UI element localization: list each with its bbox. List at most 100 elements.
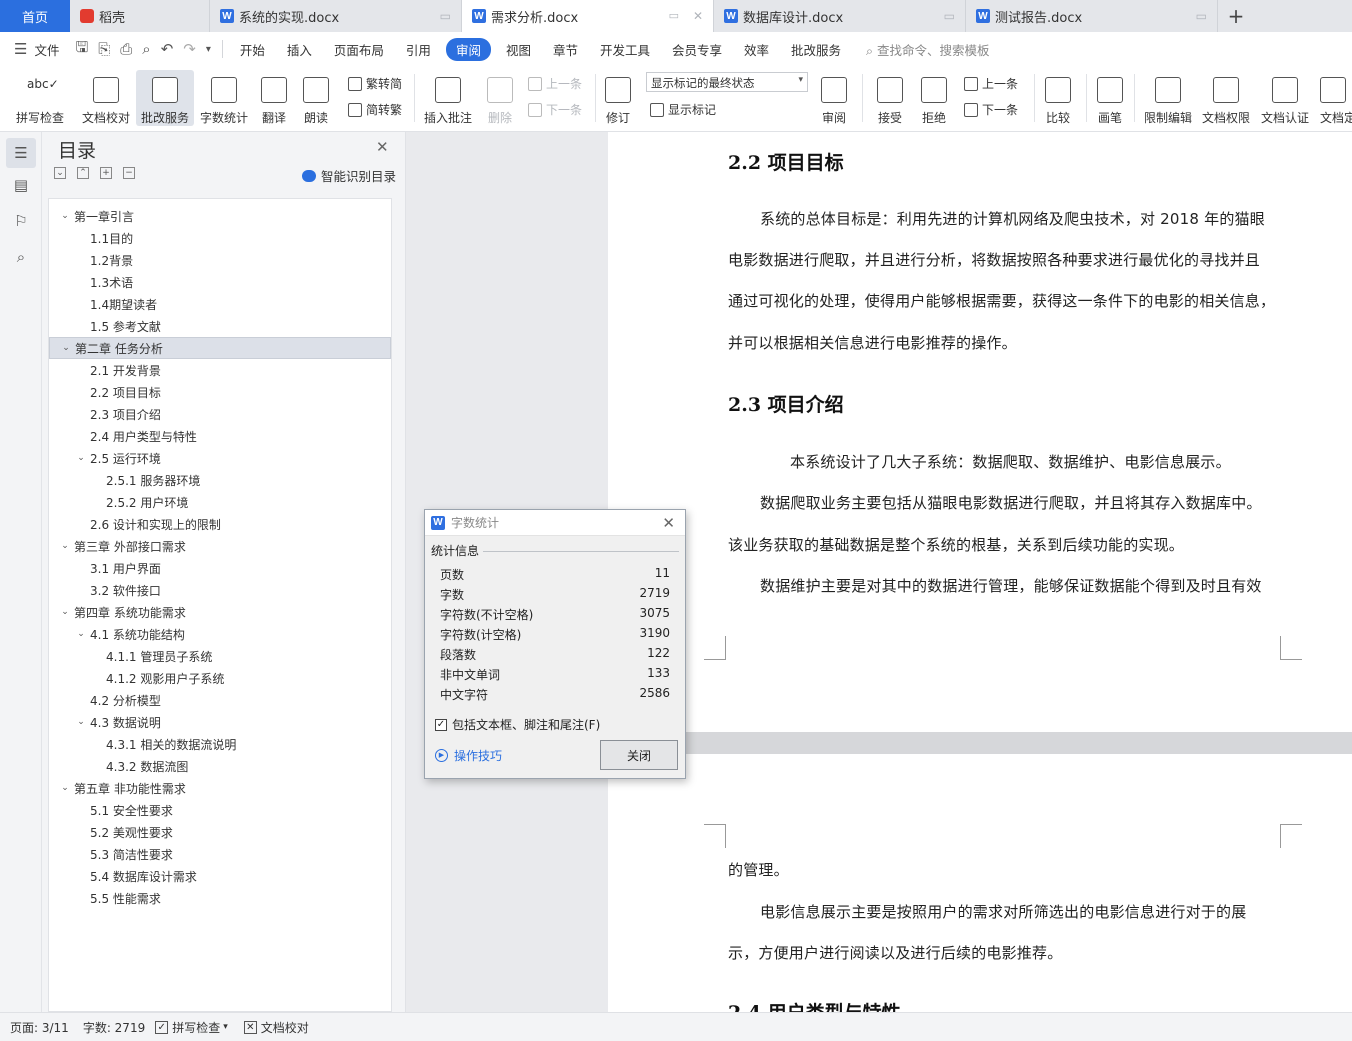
menu-efficiency[interactable]: 效率 — [733, 40, 780, 59]
redo-icon[interactable]: ↷ — [178, 40, 201, 58]
next-change-button[interactable]: 下一条 — [964, 101, 1018, 118]
export-pdf-icon[interactable]: ⎘ — [93, 40, 115, 58]
toc-item[interactable]: 4.1.1 管理员子系统 — [49, 645, 391, 667]
compare-button[interactable]: 比较 — [1040, 70, 1076, 126]
menu-references[interactable]: 引用 — [395, 40, 442, 59]
traditional-to-simplified-button[interactable]: 繁转简 — [348, 75, 402, 92]
toc-item[interactable]: 2.5.1 服务器环境 — [49, 469, 391, 491]
toc-item[interactable]: 5.1 安全性要求 — [49, 799, 391, 821]
toc-item[interactable]: ⌄ 4.3 数据说明 — [49, 711, 391, 733]
bookmark-icon[interactable]: ⚐ — [12, 212, 30, 230]
toc-item[interactable]: ⌄ 2.5 运行环境 — [49, 447, 391, 469]
chevron-down-icon[interactable]: ⌄ — [59, 783, 71, 793]
accept-button[interactable]: 接受 — [872, 70, 908, 126]
menu-correction[interactable]: 批改服务 — [780, 40, 852, 59]
chevron-down-icon[interactable]: ⌄ — [59, 607, 71, 617]
tab-close-icon[interactable]: ✕ — [693, 9, 703, 23]
word-count-indicator[interactable]: 字数: 2719 — [83, 1019, 145, 1036]
restrict-editing-button[interactable]: 限制编辑 — [1142, 70, 1194, 126]
toc-item[interactable]: 4.3.1 相关的数据流说明 — [49, 733, 391, 755]
toc-item[interactable]: 1.2背景 — [49, 249, 391, 271]
pen-button[interactable]: 画笔 — [1094, 70, 1126, 126]
save-icon[interactable]: 🖫 — [70, 37, 93, 62]
simplified-to-traditional-button[interactable]: 简转繁 — [348, 101, 402, 118]
translate-button[interactable]: 翻译 — [256, 70, 292, 126]
document-page[interactable]: 2.2 项目目标 系统的总体目标是：利用先进的计算机网络及爬虫技术，对 2018… — [608, 132, 1352, 1012]
chevron-down-icon[interactable]: ⌄ — [59, 541, 71, 551]
toc-item[interactable]: ⌄ 第五章 非功能性需求 — [49, 777, 391, 799]
include-textbox-checkbox[interactable]: ✓ 包括文本框、脚注和尾注(F) — [435, 716, 600, 733]
chevron-down-icon[interactable]: ⌄ — [75, 717, 87, 727]
close-button[interactable]: 关闭 — [600, 740, 678, 770]
chevron-down-icon[interactable]: ⌄ — [60, 343, 72, 353]
track-changes-button[interactable]: 修订 — [600, 70, 636, 126]
review-pane-button[interactable]: 审阅 — [816, 70, 852, 126]
tab-docer[interactable]: 稻壳 — [70, 0, 210, 32]
menu-file[interactable]: 文件 — [32, 40, 70, 59]
toc-item[interactable]: 1.1目的 — [49, 227, 391, 249]
undo-icon[interactable]: ↶ — [156, 40, 179, 58]
chevron-down-icon[interactable]: ⌄ — [59, 211, 71, 221]
tab-doc-test[interactable]: W 测试报告.docx ▭ — [966, 0, 1218, 32]
status-spell-check[interactable]: ✓ 拼写检查 ▾ — [155, 1019, 228, 1036]
doc-more-button[interactable]: 文档定 — [1320, 70, 1352, 126]
toc-item[interactable]: 2.4 用户类型与特性 — [49, 425, 391, 447]
tab-home[interactable]: 首页 — [0, 0, 70, 32]
show-markup-button[interactable]: 显示标记 — [650, 101, 716, 118]
doc-permission-button[interactable]: 文档权限 — [1200, 70, 1252, 126]
toc-item[interactable]: 5.3 简洁性要求 — [49, 843, 391, 865]
spell-check-button[interactable]: abc✓ 拼写检查 — [8, 70, 72, 126]
collapse-all-icon[interactable]: ⌄ — [54, 167, 66, 179]
menu-review[interactable]: 审阅 — [445, 37, 491, 61]
smart-toc-button[interactable]: 智能识别目录 — [302, 166, 396, 185]
toc-item[interactable]: ⌄ 第二章 任务分析 — [49, 337, 391, 359]
menu-view[interactable]: 视图 — [495, 40, 542, 59]
toc-item[interactable]: 2.1 开发背景 — [49, 359, 391, 381]
toc-item[interactable]: ⌄ 第一章引言 — [49, 205, 391, 227]
toc-panel-icon[interactable]: ☰ — [6, 138, 36, 168]
customize-dropdown-icon[interactable]: ▾ — [201, 44, 216, 55]
toc-item[interactable]: 4.3.2 数据流图 — [49, 755, 391, 777]
close-icon[interactable]: ✕ — [376, 138, 389, 156]
command-search[interactable]: ⌕ 查找命令、搜索模板 — [852, 40, 990, 59]
toc-item[interactable]: ⌄ 第三章 外部接口需求 — [49, 535, 391, 557]
section-nav-icon[interactable]: ▤ — [12, 176, 30, 194]
hamburger-icon[interactable]: ☰ — [0, 40, 32, 58]
tab-doc-implementation[interactable]: W 系统的实现.docx ▭ — [210, 0, 462, 32]
toc-item[interactable]: 4.2 分析模型 — [49, 689, 391, 711]
dialog-titlebar[interactable]: W 字数统计 — [425, 510, 685, 536]
tips-link[interactable]: ▶ 操作技巧 — [435, 747, 502, 764]
insert-comment-button[interactable]: 插入批注 — [422, 70, 474, 126]
menu-layout[interactable]: 页面布局 — [323, 40, 395, 59]
word-count-button[interactable]: 字数统计 — [198, 70, 250, 126]
toc-item[interactable]: 1.5 参考文献 — [49, 315, 391, 337]
add-heading-icon[interactable]: + — [100, 167, 112, 179]
page-indicator[interactable]: 页面: 3/11 — [10, 1019, 69, 1036]
menu-home[interactable]: 开始 — [229, 40, 276, 59]
new-tab-plus-icon[interactable]: + — [1218, 0, 1254, 32]
proofread-button[interactable]: 文档校对 — [78, 70, 134, 126]
toc-item[interactable]: 5.4 数据库设计需求 — [49, 865, 391, 887]
print-icon[interactable]: ⎙ — [115, 40, 137, 58]
toc-item[interactable]: 2.5.2 用户环境 — [49, 491, 391, 513]
review-service-button[interactable]: 批改服务 — [136, 70, 194, 126]
tab-doc-database[interactable]: W 数据库设计.docx ▭ — [714, 0, 966, 32]
status-proofread[interactable]: ✕ 文档校对 — [243, 1019, 309, 1036]
toc-item[interactable]: 2.2 项目目标 — [49, 381, 391, 403]
toc-item[interactable]: 1.4期望读者 — [49, 293, 391, 315]
menu-section[interactable]: 章节 — [542, 40, 589, 59]
toc-item[interactable]: 3.1 用户界面 — [49, 557, 391, 579]
search-icon[interactable]: ⌕ — [12, 248, 30, 266]
print-preview-icon[interactable]: ⌕ — [137, 40, 155, 58]
toc-item[interactable]: 3.2 软件接口 — [49, 579, 391, 601]
prev-change-button[interactable]: 上一条 — [964, 75, 1018, 92]
doc-certify-button[interactable]: 文档认证 — [1259, 70, 1311, 126]
read-aloud-button[interactable]: 朗读 — [300, 70, 332, 126]
delete-comment-button[interactable]: 删除 — [482, 70, 518, 126]
chevron-down-icon[interactable]: ⌄ — [75, 629, 87, 639]
menu-insert[interactable]: 插入 — [276, 40, 323, 59]
next-comment-button[interactable]: 下一条 — [528, 101, 582, 118]
close-icon[interactable]: ✕ — [662, 514, 675, 532]
toc-item[interactable]: ⌄ 4.1 系统功能结构 — [49, 623, 391, 645]
toc-item[interactable]: 2.3 项目介绍 — [49, 403, 391, 425]
